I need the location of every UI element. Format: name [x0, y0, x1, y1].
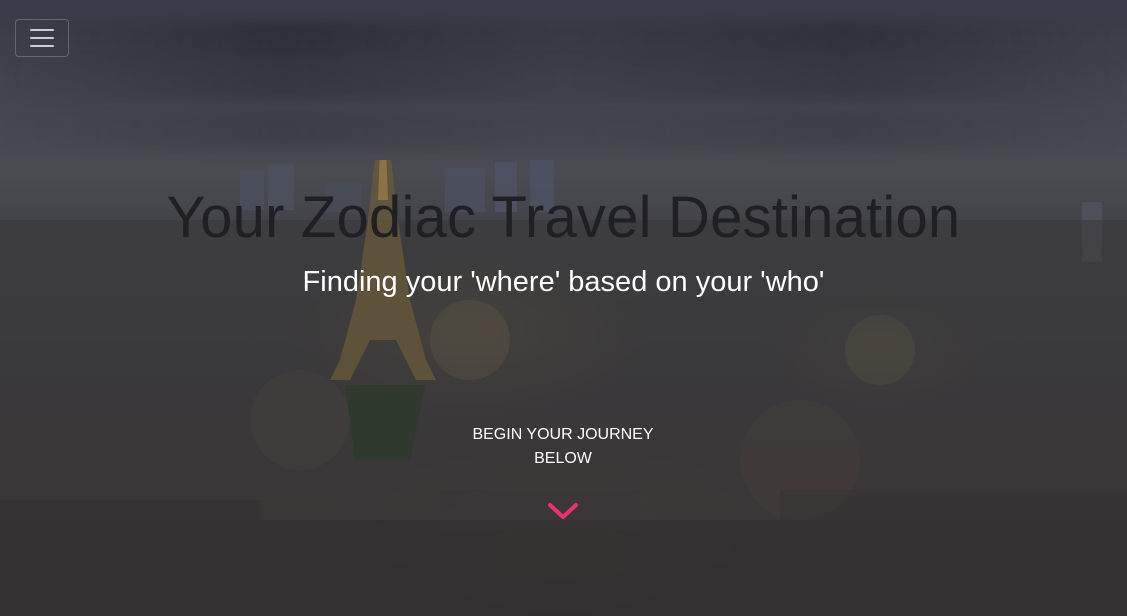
hamburger-menu-icon: [30, 29, 54, 47]
navbar-toggle-button[interactable]: [15, 19, 69, 57]
cloud-band: [0, 60, 1127, 100]
cloud-band: [0, 20, 1127, 60]
cta-line-2: BELOW: [534, 450, 592, 467]
chevron-down-icon[interactable]: [547, 500, 579, 522]
hero-section: Your Zodiac Travel Destination Finding y…: [0, 0, 1127, 616]
page-title: Your Zodiac Travel Destination: [166, 185, 961, 250]
cta-line-1: BEGIN YOUR JOURNEY: [472, 426, 654, 443]
page-subtitle: Finding your 'where' based on your 'who': [302, 266, 825, 298]
begin-journey-link[interactable]: BEGIN YOUR JOURNEY BELOW: [463, 423, 663, 471]
cloud-band: [0, 110, 1127, 150]
